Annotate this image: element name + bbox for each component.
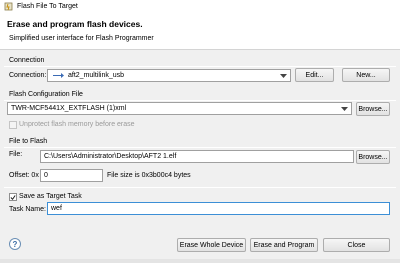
flash-config-section-label: Flash Configuration File — [9, 91, 83, 98]
chevron-down-icon[interactable] — [280, 73, 287, 79]
erase-and-program-button[interactable]: Erase and Program — [250, 238, 318, 252]
checkmark-icon — [10, 194, 16, 200]
offset-input[interactable]: 0 — [40, 169, 103, 182]
help-button[interactable]: ? — [9, 238, 21, 250]
dialog-header: Erase and program flash devices. Simplif… — [0, 13, 400, 50]
task-name-label: Task Name: — [9, 206, 46, 213]
flash-config-value: TWR-MCF5441X_EXTFLASH (1)xml — [11, 105, 127, 112]
window-bottom-edge — [0, 259, 400, 263]
dialog-subtitle: Simplified user interface for Flash Prog… — [9, 35, 154, 42]
save-task-checkbox[interactable] — [9, 193, 17, 201]
connection-separator — [4, 66, 396, 67]
erase-whole-device-button[interactable]: Erase Whole Device — [177, 238, 246, 252]
help-icon: ? — [12, 239, 18, 249]
flash-config-separator — [4, 100, 396, 101]
file-size-text: File size is 0x3b00c4 bytes — [107, 172, 191, 179]
save-task-separator — [4, 187, 396, 188]
new-connection-button[interactable]: New... — [342, 68, 390, 82]
flash-config-browse-button[interactable]: Browse... — [356, 102, 390, 116]
close-button[interactable]: Close — [323, 238, 390, 252]
connection-section-label: Connection — [9, 57, 45, 64]
connection-select[interactable]: aft2_multilink_usb — [47, 69, 291, 82]
file-field-label: File: — [9, 151, 23, 158]
file-browse-button[interactable]: Browse... — [356, 150, 390, 164]
save-task-label: Save as Target Task — [19, 193, 82, 200]
flash-config-select[interactable]: TWR-MCF5441X_EXTFLASH (1)xml — [7, 102, 352, 115]
task-name-input[interactable]: wef — [47, 202, 390, 215]
window-titlebar: Flash File To Target — [0, 0, 400, 13]
flash-file-icon — [4, 2, 13, 11]
dialog-title: Erase and program flash devices. — [7, 19, 143, 29]
file-to-flash-section-label: File to Flash — [9, 138, 48, 145]
edit-connection-button[interactable]: Edit... — [295, 68, 334, 82]
offset-label: Offset: 0x — [9, 172, 39, 179]
connection-type-icon — [53, 72, 64, 79]
unprotect-label: Unprotect flash memory before erase — [19, 121, 135, 128]
chevron-down-icon[interactable] — [341, 106, 348, 112]
unprotect-checkbox[interactable] — [9, 121, 17, 129]
connection-value: aft2_multilink_usb — [68, 72, 125, 79]
file-path-input[interactable]: C:\Users\Administrator\Desktop\AFT2 1.el… — [40, 150, 354, 163]
window-title: Flash File To Target — [17, 3, 78, 10]
file-to-flash-separator — [4, 147, 396, 148]
connection-field-label: Connection: — [9, 72, 47, 79]
